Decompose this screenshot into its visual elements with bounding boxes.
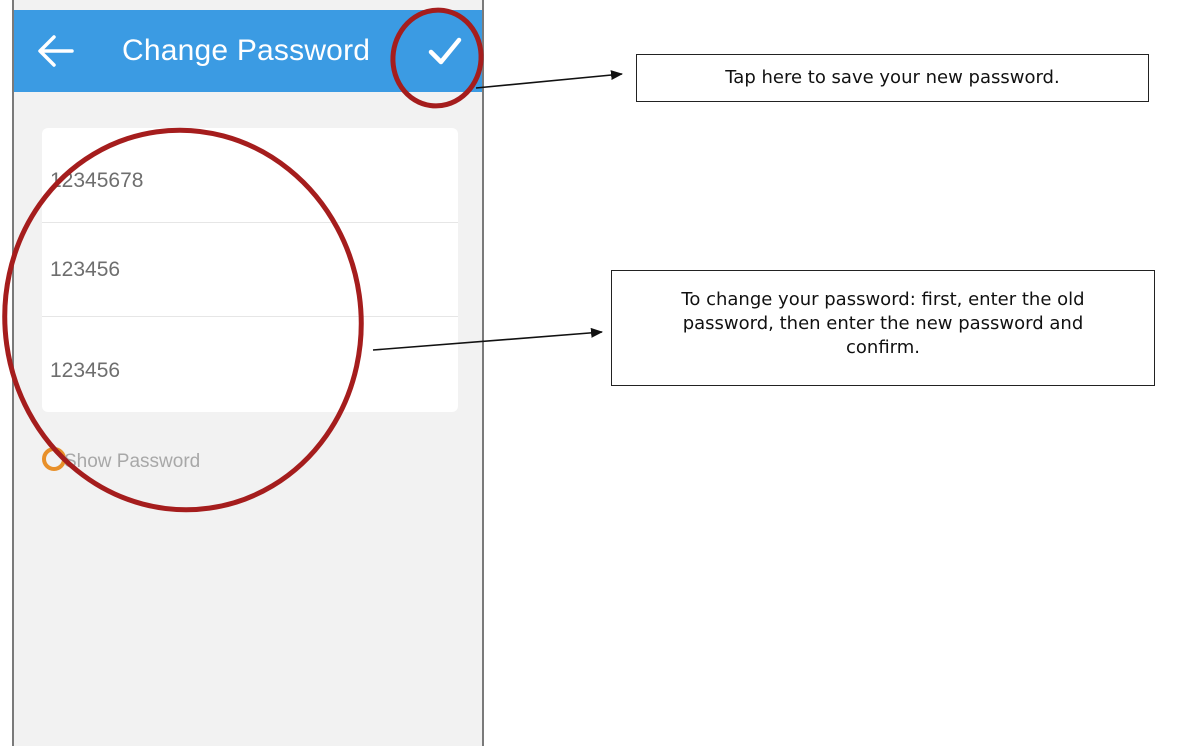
password-form-card: 12345678 123456 123456 xyxy=(42,128,458,412)
radio-icon[interactable] xyxy=(42,447,66,471)
change-password-callout: To change your password: first, enter th… xyxy=(611,270,1155,386)
show-password-label: Show Password xyxy=(64,451,201,472)
new-password-value: 123456 xyxy=(50,258,121,281)
old-password-value: 12345678 xyxy=(50,169,144,192)
back-button[interactable] xyxy=(32,26,82,76)
old-password-field[interactable]: 12345678 xyxy=(42,128,458,222)
save-arrow xyxy=(475,70,623,89)
confirm-password-field[interactable]: 123456 xyxy=(42,316,458,410)
app-bar: Change Password xyxy=(14,10,482,92)
confirm-password-value: 123456 xyxy=(50,359,121,382)
arrow-left-icon xyxy=(38,35,74,67)
save-button[interactable] xyxy=(422,28,468,74)
save-callout: Tap here to save your new password. xyxy=(636,54,1149,102)
page-title: Change Password xyxy=(122,34,371,67)
phone-screen: Change Password 12345678 123456 123456 S… xyxy=(12,0,484,746)
checkmark-icon xyxy=(428,37,462,65)
new-password-field[interactable]: 123456 xyxy=(42,222,458,316)
